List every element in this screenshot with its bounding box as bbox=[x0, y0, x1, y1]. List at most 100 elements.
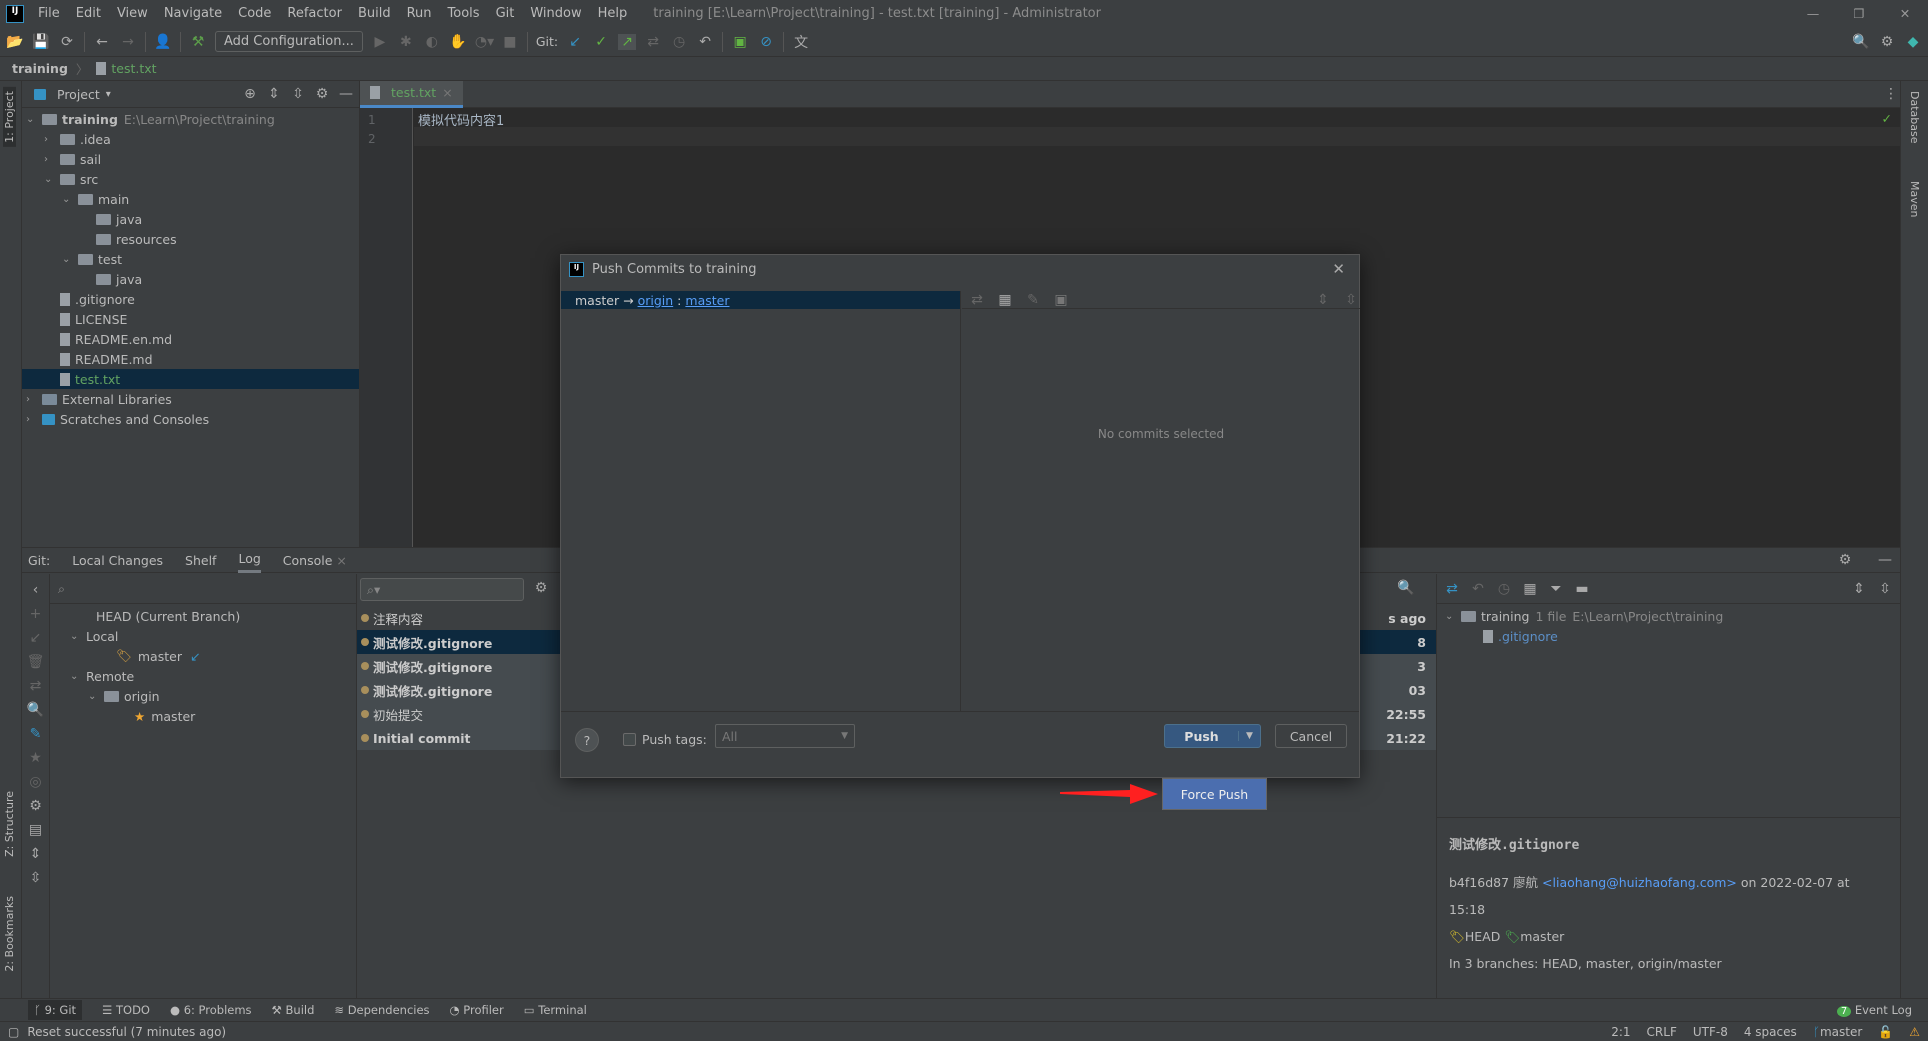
indent[interactable]: 4 spaces bbox=[1744, 1025, 1797, 1039]
tab-shelf[interactable]: Shelf bbox=[185, 548, 216, 573]
tree-item[interactable]: java bbox=[22, 209, 359, 229]
commit-hash[interactable]: b4f16d87 bbox=[1449, 875, 1509, 890]
profile-icon[interactable]: ✋ bbox=[449, 34, 467, 50]
database-stripe-button[interactable]: Database bbox=[1908, 91, 1921, 144]
more-icon[interactable]: ⋮ bbox=[1882, 86, 1900, 102]
tool-problems[interactable]: ● 6: Problems bbox=[170, 1003, 252, 1017]
tree-item[interactable]: ⌄ main bbox=[22, 189, 359, 209]
warning-icon[interactable]: ⚠ bbox=[1909, 1025, 1920, 1039]
branch-local-master[interactable]: 🏷 master ↙ bbox=[50, 646, 357, 666]
branch-origin-master[interactable]: ★ master bbox=[50, 706, 357, 726]
save-icon[interactable]: 💾 bbox=[32, 34, 50, 50]
tree-item[interactable]: ⌄ src bbox=[22, 169, 359, 189]
settings-icon[interactable]: ⚙ bbox=[1878, 34, 1896, 50]
back-icon[interactable]: ← bbox=[93, 34, 111, 50]
search-icon[interactable]: 🔍 bbox=[27, 702, 45, 718]
menu-git[interactable]: Git bbox=[488, 6, 523, 21]
breadcrumb-project[interactable]: training bbox=[12, 61, 68, 76]
tool-terminal[interactable]: ▭ Terminal bbox=[524, 1003, 587, 1017]
tool-todo[interactable]: ☰ TODO bbox=[102, 1003, 150, 1017]
expand-arrow-icon[interactable]: › bbox=[44, 154, 60, 165]
group-by-icon[interactable]: ▦ bbox=[1521, 581, 1539, 597]
no-icon[interactable]: ⊘ bbox=[757, 34, 775, 50]
maven-stripe-button[interactable]: Maven bbox=[1908, 181, 1921, 217]
close-tab-icon[interactable]: × bbox=[336, 553, 346, 568]
branch-group-origin[interactable]: ⌄ origin bbox=[50, 686, 357, 706]
tree-item[interactable]: test.txt bbox=[22, 369, 359, 389]
tree-item[interactable]: ⌄ test bbox=[22, 249, 359, 269]
caret-position[interactable]: 2:1 bbox=[1611, 1025, 1630, 1039]
open-folder-icon[interactable]: 📂 bbox=[6, 34, 24, 50]
preview-icon[interactable]: ▣ bbox=[1052, 292, 1070, 308]
tool-git[interactable]: ᚴ 9: Git bbox=[28, 1000, 83, 1020]
git-branch-widget[interactable]: ᚴmaster bbox=[1813, 1025, 1863, 1039]
tree-item[interactable]: › .idea bbox=[22, 129, 359, 149]
expand-all-icon[interactable]: ⇕ bbox=[1850, 581, 1868, 597]
tree-item[interactable]: README.en.md bbox=[22, 329, 359, 349]
locate-icon[interactable]: ⊕ bbox=[241, 86, 259, 102]
build-hammer-icon[interactable]: ⚒ bbox=[189, 34, 207, 50]
remote-branch-link[interactable]: master bbox=[685, 293, 729, 308]
branch-head[interactable]: HEAD (Current Branch) bbox=[50, 606, 357, 626]
lock-icon[interactable]: 🔓 bbox=[1878, 1025, 1893, 1039]
close-tab-icon[interactable]: × bbox=[442, 85, 452, 100]
project-stripe-button[interactable]: 1: Project bbox=[3, 87, 16, 147]
log-search-input[interactable]: ⌕▾ bbox=[360, 578, 524, 601]
git-commit-icon[interactable]: ✓ bbox=[592, 34, 610, 50]
line-separator[interactable]: CRLF bbox=[1647, 1025, 1677, 1039]
layout-icon[interactable]: ▬ bbox=[1573, 581, 1591, 597]
expand-arrow-icon[interactable]: › bbox=[44, 134, 60, 145]
menu-code[interactable]: Code bbox=[230, 6, 279, 21]
coverage-icon[interactable]: ◐ bbox=[423, 34, 441, 50]
target-icon[interactable]: ◎ bbox=[27, 774, 45, 790]
tab-console[interactable]: Console × bbox=[283, 548, 347, 573]
compare-icon[interactable]: ⇄ bbox=[1443, 581, 1461, 597]
close-window-button[interactable]: ✕ bbox=[1882, 6, 1928, 21]
filter-icon[interactable]: ⏷ bbox=[1547, 581, 1565, 597]
menu-build[interactable]: Build bbox=[350, 6, 399, 21]
new-branch-icon[interactable]: + bbox=[27, 606, 45, 622]
star-icon[interactable]: ★ bbox=[27, 750, 45, 766]
expand-all-icon[interactable]: ⇕ bbox=[265, 86, 283, 102]
search-icon[interactable]: 🔍 bbox=[1852, 34, 1870, 50]
menu-navigate[interactable]: Navigate bbox=[156, 6, 230, 21]
debug-icon[interactable]: ✱ bbox=[397, 34, 415, 50]
restore-button[interactable]: ❐ bbox=[1836, 6, 1882, 21]
menu-run[interactable]: Run bbox=[399, 6, 440, 21]
search-icon[interactable]: 🔍 bbox=[1397, 580, 1415, 596]
structure-stripe-button[interactable]: Z: Structure bbox=[3, 791, 16, 857]
tree-item[interactable]: › External Libraries bbox=[22, 389, 359, 409]
tree-item[interactable]: README.md bbox=[22, 349, 359, 369]
tree-item[interactable]: › Scratches and Consoles bbox=[22, 409, 359, 429]
push-target-row[interactable]: master → origin : master bbox=[561, 291, 960, 309]
collapse-all-icon[interactable]: ⇳ bbox=[1876, 581, 1894, 597]
expand-arrow-icon[interactable]: ⌄ bbox=[26, 114, 42, 125]
expand-arrow-icon[interactable]: › bbox=[26, 414, 42, 425]
monitor-icon[interactable]: ▣ bbox=[731, 34, 749, 50]
event-log-button[interactable]: 7 Event Log bbox=[1836, 1003, 1912, 1017]
tab-log[interactable]: Log bbox=[238, 548, 261, 573]
minimize-button[interactable]: — bbox=[1790, 6, 1836, 21]
remote-link[interactable]: origin bbox=[638, 293, 674, 308]
bookmarks-stripe-button[interactable]: 2: Bookmarks bbox=[3, 896, 16, 972]
breadcrumb-file[interactable]: test.txt bbox=[111, 61, 156, 76]
group-by-icon[interactable]: ▦ bbox=[996, 292, 1014, 308]
hide-icon[interactable]: — bbox=[337, 86, 355, 102]
delete-icon[interactable]: 🗑 bbox=[27, 654, 45, 670]
expand-arrow-icon[interactable]: ⌄ bbox=[44, 174, 60, 185]
collapse-all-icon[interactable]: ⇳ bbox=[1342, 292, 1360, 308]
gear-icon[interactable]: ⚙ bbox=[532, 580, 550, 596]
expand-arrow-icon[interactable]: ⌄ bbox=[62, 194, 78, 205]
menu-tools[interactable]: Tools bbox=[440, 6, 488, 21]
tool-dependencies[interactable]: ≋ Dependencies bbox=[334, 1003, 429, 1017]
gear-icon[interactable]: ⚙ bbox=[1836, 552, 1854, 568]
add-configuration-button[interactable]: Add Configuration... bbox=[215, 31, 363, 52]
history-icon[interactable]: ◷ bbox=[1495, 581, 1513, 597]
gear-icon[interactable]: ⚙ bbox=[27, 798, 45, 814]
run-icon[interactable]: ▶ bbox=[371, 34, 389, 50]
forward-icon[interactable]: → bbox=[119, 34, 137, 50]
hide-icon[interactable]: — bbox=[1876, 552, 1894, 568]
expand-all-icon[interactable]: ⇕ bbox=[1314, 292, 1332, 308]
user-icon[interactable]: 👤 bbox=[154, 34, 172, 50]
git-compare-icon[interactable]: ⇄ bbox=[644, 34, 662, 50]
